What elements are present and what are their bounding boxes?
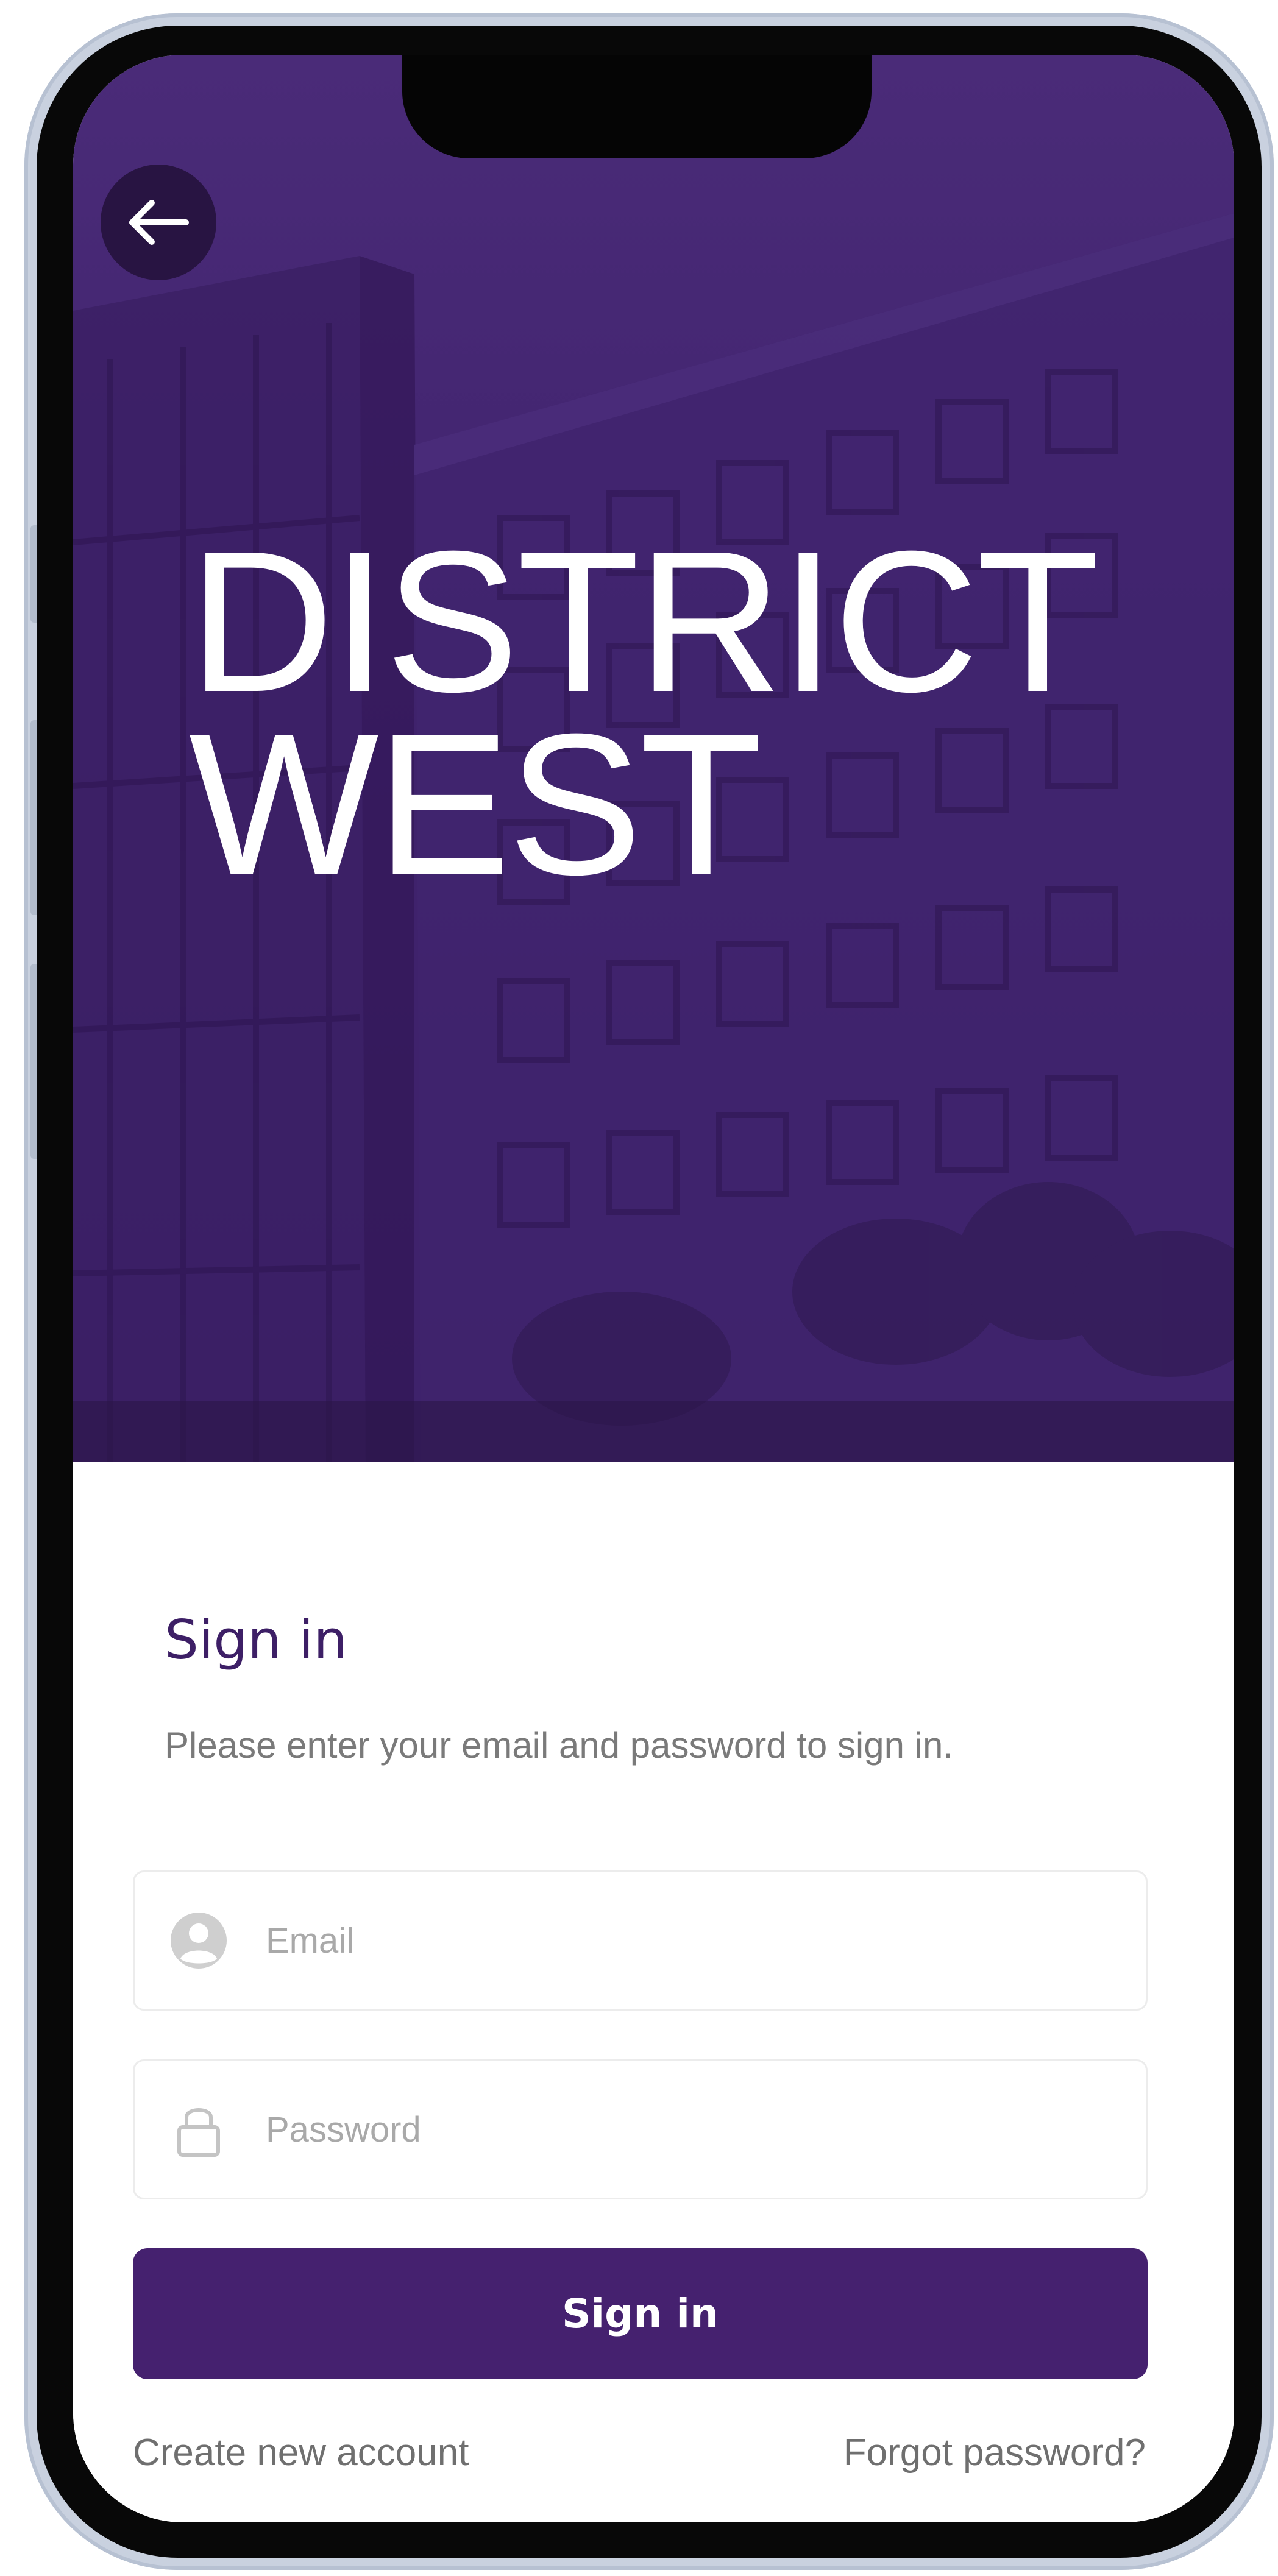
phone-notch [402, 55, 872, 158]
email-field[interactable] [133, 1870, 1148, 2011]
app-screen: DISTRICT WEST Sign in Please enter your … [73, 55, 1234, 2522]
lock-icon [177, 2108, 220, 2157]
signin-panel: Sign in Please enter your email and pass… [73, 1462, 1234, 2522]
signin-button[interactable]: Sign in [133, 2248, 1148, 2379]
arrow-left-icon [129, 200, 189, 245]
title-line-district: DISTRICT [189, 509, 1099, 734]
signin-heading: Sign in [165, 1608, 348, 1671]
hero-banner: DISTRICT WEST [73, 55, 1234, 1462]
back-button[interactable] [101, 165, 216, 280]
title-line-west: WEST [189, 692, 762, 916]
email-input[interactable] [266, 1872, 1119, 2009]
password-field[interactable] [133, 2059, 1148, 2199]
app-logo-title: DISTRICT WEST [189, 509, 1099, 916]
password-input[interactable] [266, 2061, 1119, 2198]
create-account-link[interactable]: Create new account [133, 2431, 469, 2474]
user-circle-icon [171, 1913, 227, 1969]
signin-instructions: Please enter your email and password to … [165, 1725, 954, 1766]
forgot-password-link[interactable]: Forgot password? [843, 2431, 1146, 2474]
